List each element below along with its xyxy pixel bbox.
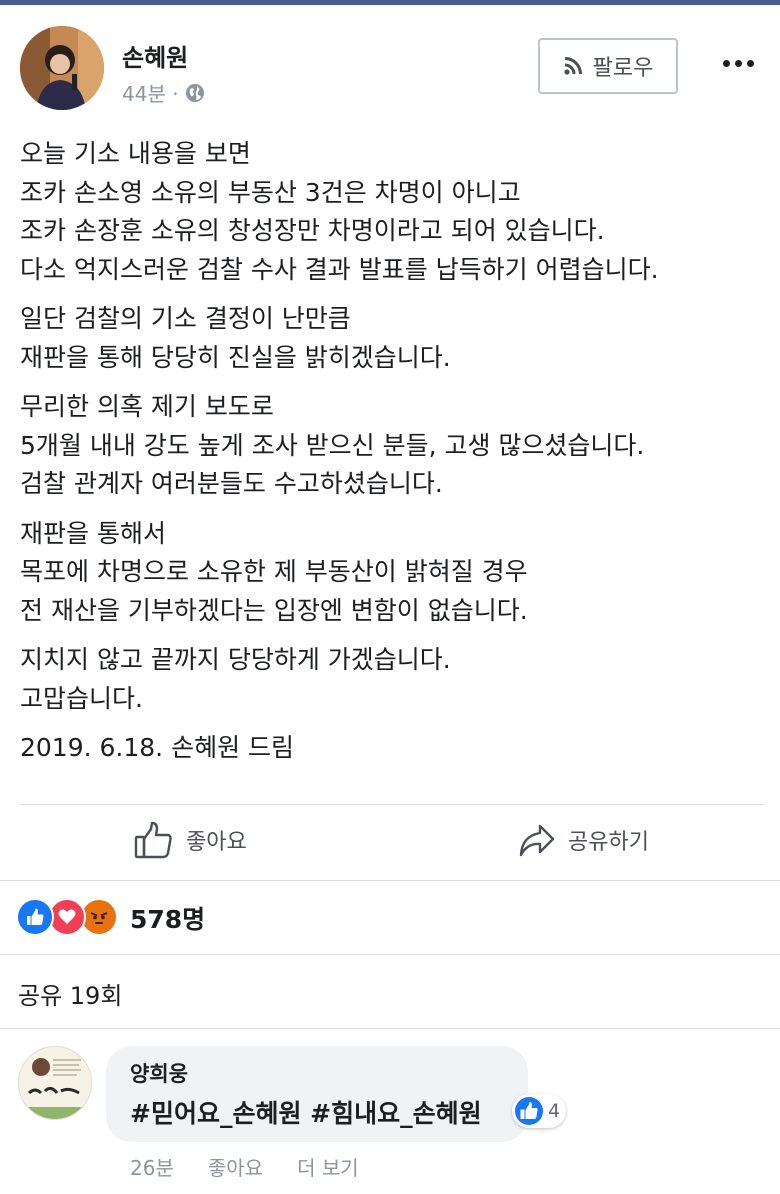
commenter-avatar[interactable] bbox=[18, 1046, 92, 1120]
share-label: 공유하기 bbox=[568, 830, 649, 855]
top-border bbox=[0, 0, 780, 5]
comment-text: #믿어요_손혜원 #힘내요_손혜원 bbox=[130, 1099, 482, 1128]
author-name[interactable]: 손혜원 bbox=[122, 38, 188, 73]
post-body: 오늘 기소 내용을 보면 조카 손소영 소유의 부동산 3건은 차명이 아니고 … bbox=[20, 135, 760, 779]
post-time[interactable]: 44분 · bbox=[122, 78, 179, 107]
rss-icon bbox=[564, 57, 582, 75]
post-paragraph: 일단 검찰의 기소 결정이 난만큼 재판을 통해 당당히 진실을 밝히겠습니다. bbox=[20, 304, 451, 372]
divider bbox=[0, 880, 780, 881]
share-button[interactable]: 공유하기 bbox=[518, 820, 649, 860]
post-paragraph: 재판을 통해서 목포에 차명으로 소유한 제 부동산이 밝혀질 경우 전 재산을… bbox=[20, 518, 528, 625]
commenter-name[interactable]: 양희웅 bbox=[130, 1058, 188, 1088]
like-reaction-icon bbox=[16, 898, 54, 936]
like-label: 좋아요 bbox=[186, 830, 247, 855]
post-paragraph: 오늘 기소 내용을 보면 조카 손소영 소유의 부동산 3건은 차명이 아니고 … bbox=[20, 139, 659, 284]
comment-actions: 26분 좋아요 더 보기 bbox=[130, 1152, 359, 1181]
comment-more-link[interactable]: 더 보기 bbox=[297, 1152, 359, 1181]
comment-like-link[interactable]: 좋아요 bbox=[208, 1152, 263, 1181]
like-reaction-icon bbox=[515, 1097, 543, 1125]
globe-icon bbox=[185, 83, 204, 102]
post-meta: 44분 · bbox=[122, 78, 205, 107]
author-avatar[interactable] bbox=[20, 26, 104, 110]
reaction-count[interactable]: 578명 bbox=[130, 900, 205, 936]
reaction-icons[interactable] bbox=[16, 898, 118, 936]
like-button[interactable]: 좋아요 bbox=[134, 820, 247, 860]
share-count[interactable]: 공유 19회 bbox=[18, 976, 122, 1011]
post-paragraph: 무리한 의혹 제기 보도로 5개월 내내 강도 높게 조사 받으신 분들, 고생… bbox=[20, 392, 645, 498]
post-paragraph: 지치지 않고 끝까지 당당하게 가겠습니다. 고맙습니다. bbox=[20, 645, 451, 713]
divider bbox=[0, 954, 780, 955]
follow-button[interactable]: 팔로우 bbox=[538, 38, 678, 94]
thumbs-up-icon bbox=[134, 821, 172, 859]
share-arrow-icon bbox=[519, 824, 555, 857]
more-options-icon[interactable] bbox=[718, 48, 758, 78]
divider bbox=[20, 804, 764, 805]
comment-reaction-badge[interactable]: 4 bbox=[512, 1094, 567, 1128]
comment-time[interactable]: 26분 bbox=[130, 1152, 174, 1181]
follow-label: 팔로우 bbox=[592, 56, 654, 81]
divider bbox=[0, 1028, 780, 1029]
comment-like-count: 4 bbox=[548, 1100, 561, 1122]
post-signature: 2019. 6.18. 손혜원 드림 bbox=[20, 733, 295, 762]
